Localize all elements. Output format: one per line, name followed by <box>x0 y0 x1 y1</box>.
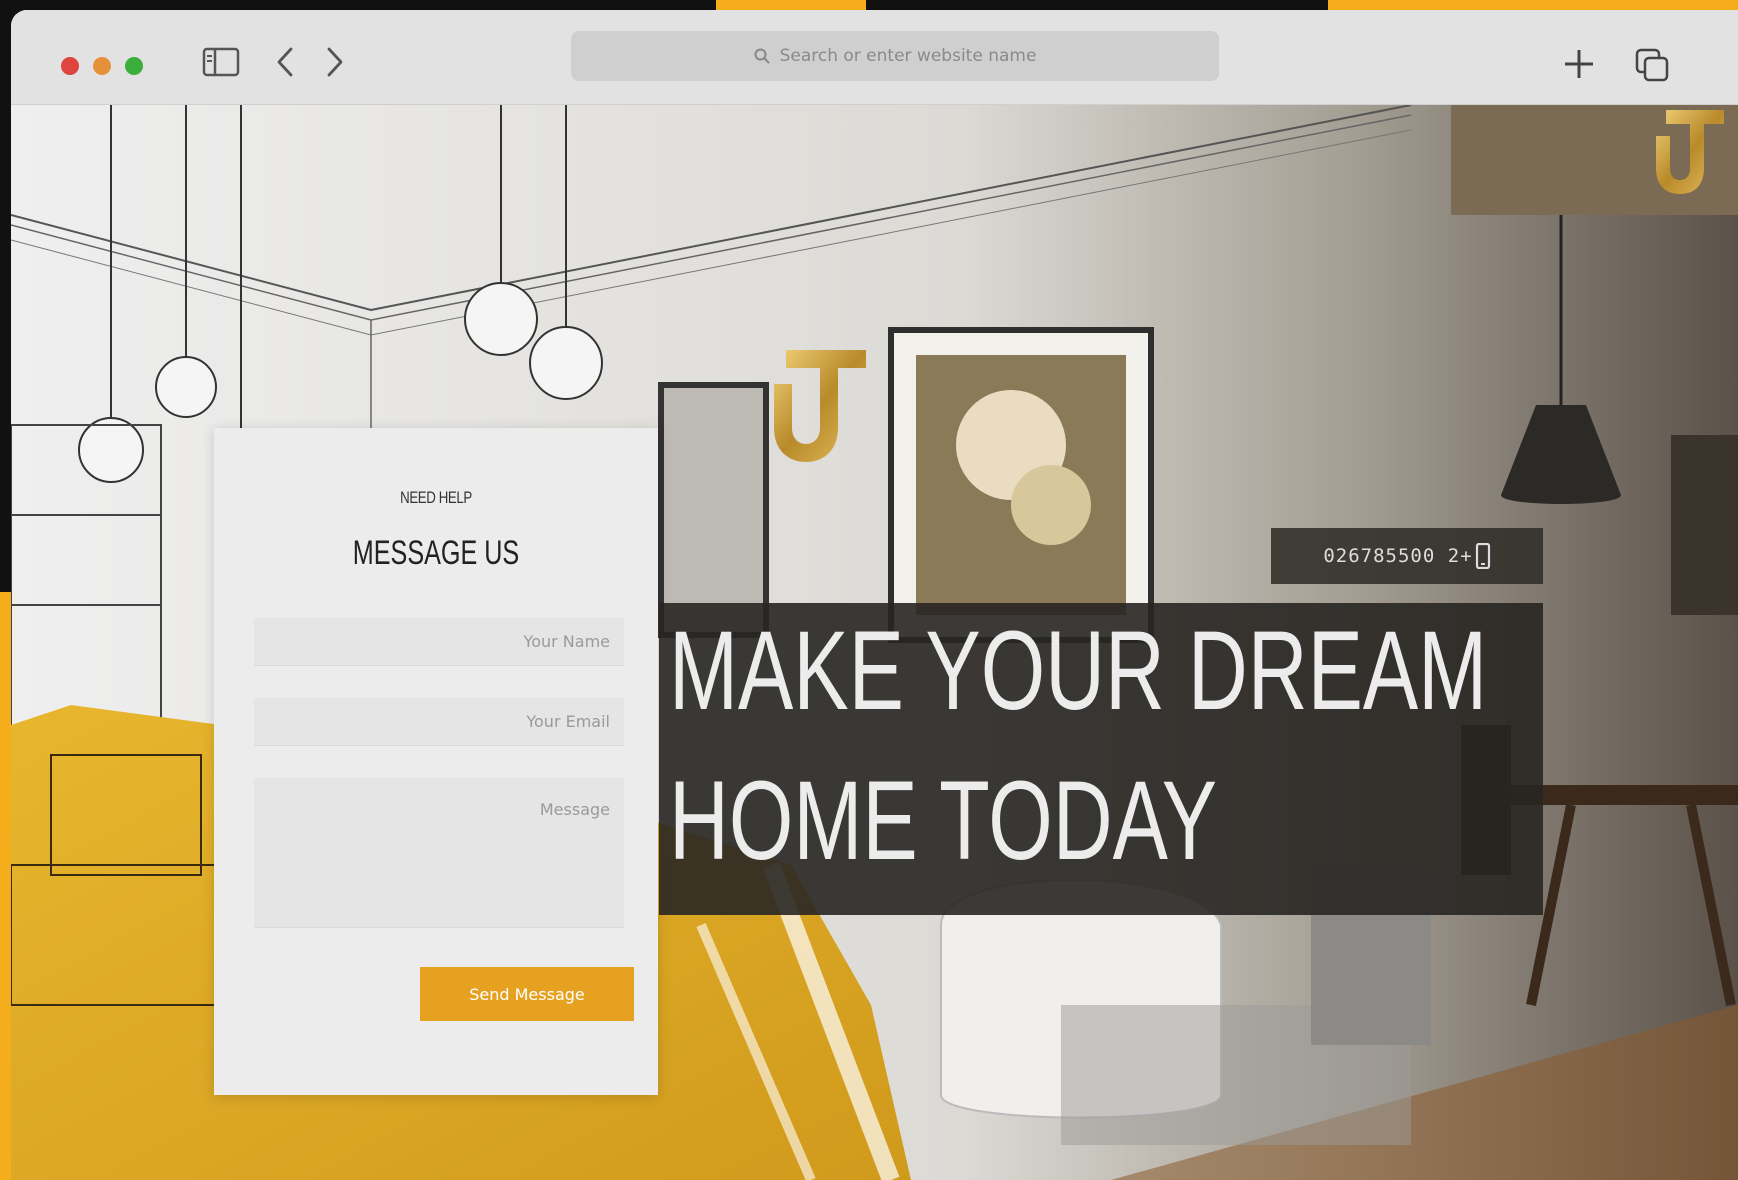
browser-window: Search or enter website name NEED HELP M… <box>11 10 1738 1180</box>
new-tab-plus-icon[interactable] <box>1561 46 1597 82</box>
hero-headline-line-2: HOME TODAY <box>669 758 1218 883</box>
hero-headline-line-1: MAKE YOUR DREAM <box>669 608 1488 733</box>
send-message-button[interactable]: Send Message <box>420 967 634 1021</box>
address-bar[interactable]: Search or enter website name <box>571 31 1219 81</box>
name-field[interactable]: Your Name <box>254 618 624 666</box>
need-help-kicker: NEED HELP <box>400 488 472 507</box>
web-page: NEED HELP MESSAGE US Your Name Your Emai… <box>11 105 1738 1180</box>
email-placeholder: Your Email <box>526 712 610 731</box>
sidebar-icon[interactable] <box>201 46 241 78</box>
search-icon <box>754 48 770 64</box>
phone-badge[interactable]: 026785500 2+ <box>1271 528 1543 584</box>
browser-toolbar: Search or enter website name <box>11 10 1738 105</box>
email-field[interactable]: Your Email <box>254 698 624 746</box>
backdrop-accent <box>716 0 866 10</box>
phone-number: 026785500 2+ <box>1323 545 1473 567</box>
forward-arrow-icon[interactable] <box>321 44 349 80</box>
hero-headline-box: MAKE YOUR DREAM HOME TODAY <box>659 603 1543 915</box>
message-us-title: MESSAGE US <box>352 534 520 572</box>
mobile-phone-icon <box>1475 543 1490 569</box>
tabs-overview-icon[interactable] <box>1633 46 1671 84</box>
message-placeholder: Message <box>539 800 610 819</box>
close-window-button[interactable] <box>61 57 79 75</box>
zoom-window-button[interactable] <box>125 57 143 75</box>
minimize-window-button[interactable] <box>93 57 111 75</box>
message-field[interactable]: Message <box>254 778 624 928</box>
back-arrow-icon[interactable] <box>271 44 299 80</box>
backdrop-accent <box>1328 0 1738 10</box>
address-placeholder: Search or enter website name <box>779 46 1037 66</box>
name-placeholder: Your Name <box>523 632 610 651</box>
